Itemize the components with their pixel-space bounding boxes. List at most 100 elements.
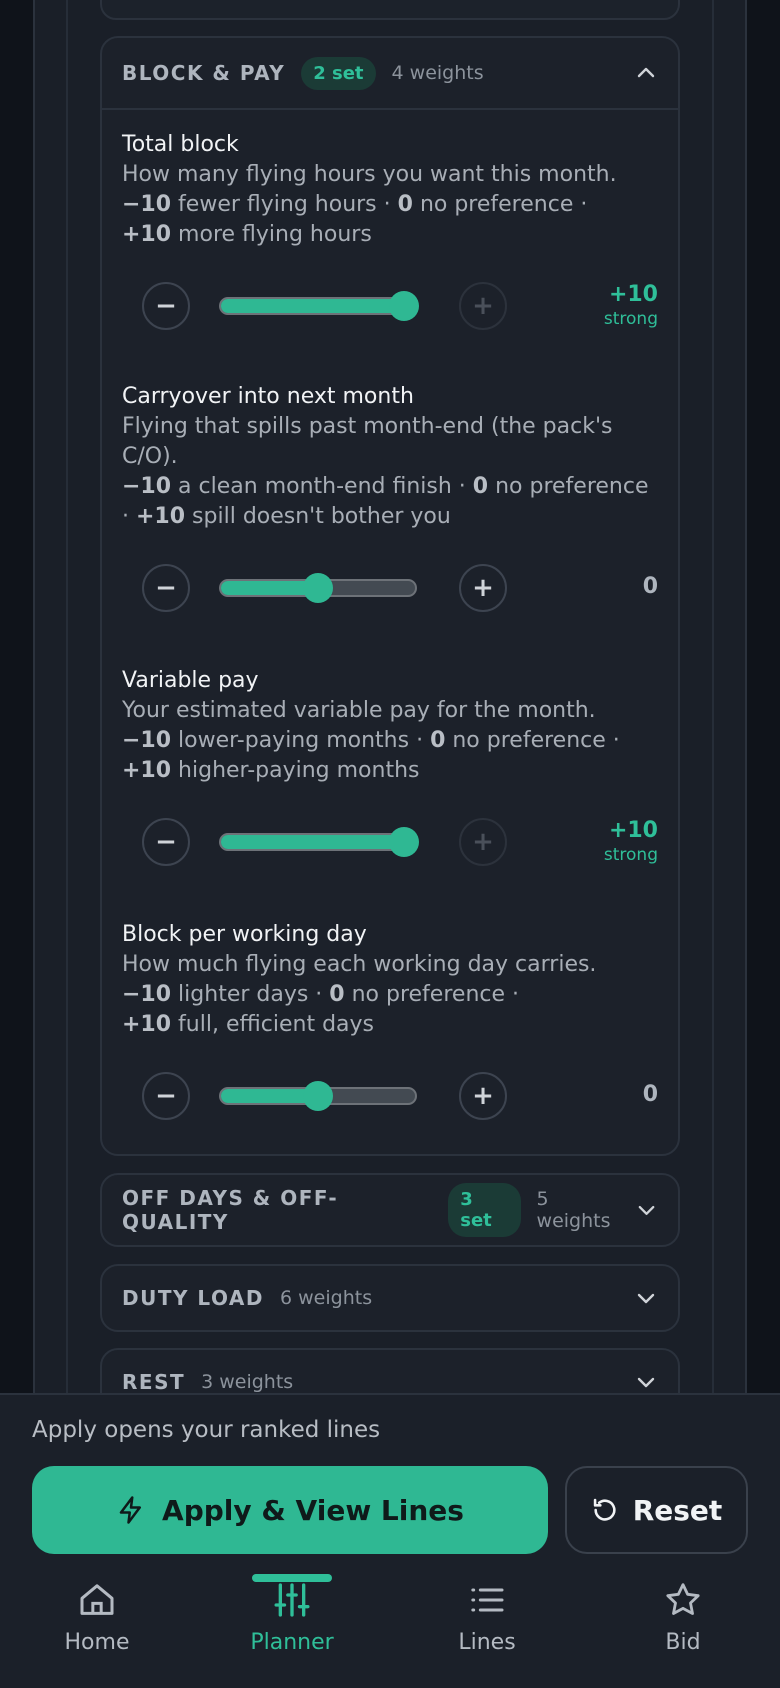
chevron-down-icon[interactable] (634, 1286, 658, 1310)
scale-pos: +10 (122, 222, 172, 247)
duty-load-header[interactable]: DUTY LOAD 6 weights (102, 1266, 678, 1330)
nav-lines[interactable]: Lines (412, 1580, 562, 1655)
pref-description: How many flying hours you want this mont… (122, 160, 658, 250)
pref-description: Flying that spills past month-end (the p… (122, 412, 658, 532)
pref-title: Block per working day (122, 922, 367, 947)
slider-thumb[interactable] (303, 1081, 333, 1111)
section-title: OFF DAYS & OFF-QUALITY (122, 1186, 339, 1234)
pref-title: Carryover into next month (122, 384, 414, 409)
scale-zero: 0 (430, 728, 446, 753)
apply-label: Apply & View Lines (162, 1493, 464, 1527)
weight-slider[interactable] (219, 291, 419, 321)
nav-label: Bid (665, 1630, 701, 1655)
off-days-section[interactable]: OFF DAYS & OFF-QUALITY 3 set 5 weights (100, 1173, 680, 1247)
value-strength: strong (603, 845, 658, 865)
lightning-icon (119, 1496, 142, 1524)
nav-bid[interactable]: Bid (608, 1580, 758, 1655)
section-title: REST (122, 1370, 186, 1394)
weights-count: 3 weights (201, 1371, 294, 1393)
section-title: DUTY LOAD (122, 1286, 265, 1310)
weight-slider[interactable] (219, 1081, 417, 1111)
value-strength: strong (603, 309, 658, 329)
pref-carryover: Carryover into next month Flying that sp… (102, 354, 678, 636)
scale-neg-text: lighter days · (171, 982, 330, 1007)
slider-thumb[interactable] (303, 573, 333, 603)
pref-description: Your estimated variable pay for the mont… (122, 696, 658, 786)
increase-button[interactable]: + (459, 564, 507, 612)
scale-zero-text: no preference · (445, 728, 620, 753)
weight-slider[interactable] (219, 827, 419, 857)
pref-desc-text: Your estimated variable pay for the mont… (122, 698, 596, 723)
weight-value: +10 strong (604, 818, 658, 865)
scale-neg-text: a clean month-end finish · (171, 474, 473, 499)
scale-neg: −10 (122, 728, 172, 753)
previous-section-card (100, 0, 680, 20)
scale-zero: 0 (397, 192, 413, 217)
decrease-button[interactable]: − (142, 564, 190, 612)
nav-planner[interactable]: Planner (217, 1580, 367, 1655)
duty-load-section[interactable]: DUTY LOAD 6 weights (100, 1264, 680, 1332)
scale-pos-text: more flying hours (171, 222, 372, 247)
decrease-button[interactable]: − (142, 1072, 190, 1120)
scale-neg-text: lower-paying months · (171, 728, 431, 753)
pref-desc-text: How many flying hours you want this mont… (122, 162, 617, 187)
weight-slider[interactable] (219, 573, 417, 603)
scale-zero-text: no preference · (344, 982, 519, 1007)
nav-home[interactable]: Home (22, 1580, 172, 1655)
chevron-down-icon[interactable] (635, 1198, 658, 1222)
value-number: +10 (608, 818, 658, 843)
pref-description: How much flying each working day carries… (122, 950, 658, 1040)
slider-thumb[interactable] (389, 827, 419, 857)
pref-total-block: Total block How many flying hours you wa… (102, 110, 678, 354)
reset-button[interactable]: Reset (565, 1466, 748, 1554)
nav-label: Home (64, 1630, 130, 1655)
pref-block-per-day: Block per working day How much flying ea… (102, 890, 678, 1144)
weight-control: − + +10 strong (122, 798, 658, 890)
chevron-down-icon[interactable] (634, 1370, 658, 1394)
reset-icon (593, 1498, 616, 1521)
section-title: BLOCK & PAY (122, 61, 286, 85)
apply-view-lines-button[interactable]: Apply & View Lines (32, 1466, 548, 1554)
apply-note: Apply opens your ranked lines (32, 1417, 381, 1443)
reset-label: Reset (632, 1493, 723, 1527)
pref-title: Variable pay (122, 668, 259, 693)
weight-value: 0 (643, 574, 658, 599)
scale-pos-text: spill doesn't bother you (185, 504, 451, 529)
set-badge: 2 set (301, 56, 376, 90)
pref-desc-text: How much flying each working day carries… (122, 952, 597, 977)
pref-desc-text: Flying that spills past month-end (the p… (122, 414, 613, 469)
chevron-up-icon[interactable] (634, 61, 658, 85)
decrease-button[interactable]: − (142, 282, 190, 330)
weight-value: +10 strong (604, 282, 658, 329)
set-badge: 3 set (448, 1183, 521, 1237)
decrease-button[interactable]: − (142, 818, 190, 866)
weight-value: 0 (643, 1082, 658, 1107)
slider-fill (221, 299, 415, 313)
weight-control: − + 0 (122, 544, 658, 636)
block-pay-header[interactable]: BLOCK & PAY 2 set 4 weights (102, 38, 678, 108)
sliders-icon (274, 1583, 310, 1617)
home-icon (80, 1584, 114, 1615)
scale-pos-text: higher-paying months (171, 758, 420, 783)
pref-variable-pay: Variable pay Your estimated variable pay… (102, 636, 678, 890)
star-icon (666, 1583, 700, 1615)
value-number: +10 (608, 282, 658, 307)
scale-neg: −10 (122, 474, 172, 499)
weight-control: − + +10 strong (122, 262, 658, 354)
weights-count: 4 weights (391, 62, 484, 84)
scale-zero: 0 (329, 982, 345, 1007)
scale-zero: 0 (472, 474, 489, 499)
increase-button[interactable]: + (459, 282, 507, 330)
slider-thumb[interactable] (389, 291, 419, 321)
increase-button[interactable]: + (459, 1072, 507, 1120)
block-pay-section: BLOCK & PAY 2 set 4 weights Total block … (100, 36, 680, 1156)
scale-neg: −10 (122, 192, 172, 217)
off-days-header[interactable]: OFF DAYS & OFF-QUALITY 3 set 5 weights (102, 1175, 678, 1245)
slider-fill (221, 835, 415, 849)
increase-button[interactable]: + (459, 818, 507, 866)
nav-label: Lines (458, 1630, 516, 1655)
scale-neg-text: fewer flying hours · (171, 192, 398, 217)
scale-pos-text: full, efficient days (171, 1012, 374, 1037)
weights-count: 5 weights (536, 1188, 611, 1232)
pref-title: Total block (122, 132, 239, 157)
